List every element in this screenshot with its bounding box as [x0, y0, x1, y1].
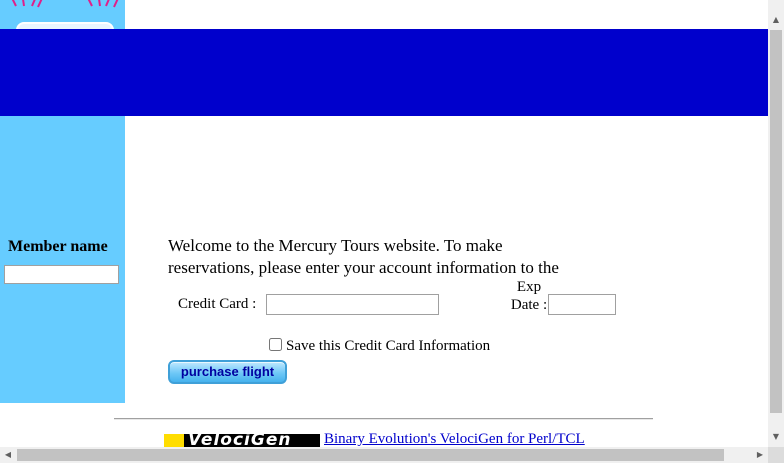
exp-date-input[interactable]: [548, 294, 616, 315]
velocigen-banner[interactable]: VelociGen: [164, 434, 320, 448]
scroll-down-arrow-icon[interactable]: ▼: [768, 429, 784, 445]
scroll-right-arrow-icon[interactable]: ▶: [752, 447, 768, 463]
exp-date-label: Exp Date :: [510, 279, 548, 313]
save-card-label: Save this Credit Card Information: [286, 338, 491, 354]
member-name-label: Member name: [8, 238, 108, 255]
horizontal-scroll-thumb[interactable]: [17, 449, 724, 461]
divider: [114, 418, 653, 420]
velocigen-banner-text: VelociGen: [188, 434, 292, 448]
velocigen-link[interactable]: Binary Evolution's VelociGen for Perl/TC…: [324, 431, 585, 447]
welcome-text: Welcome to the Mercury Tours website. To…: [168, 236, 559, 283]
scroll-up-arrow-icon[interactable]: ▲: [768, 12, 784, 28]
vertical-scroll-thumb[interactable]: [770, 30, 782, 413]
purchase-flight-button[interactable]: purchase flight: [168, 360, 287, 384]
header-banner: [0, 29, 768, 116]
credit-card-label: Credit Card :: [178, 296, 257, 312]
scroll-left-arrow-icon[interactable]: ◀: [0, 447, 16, 463]
starburst-logo-icon: [2, 0, 124, 8]
scrollbar-corner: [768, 447, 784, 463]
save-card-checkbox[interactable]: [269, 338, 282, 351]
velocigen-logo-icon: [164, 434, 184, 448]
credit-card-input[interactable]: [266, 294, 439, 315]
member-name-input[interactable]: [4, 265, 119, 284]
